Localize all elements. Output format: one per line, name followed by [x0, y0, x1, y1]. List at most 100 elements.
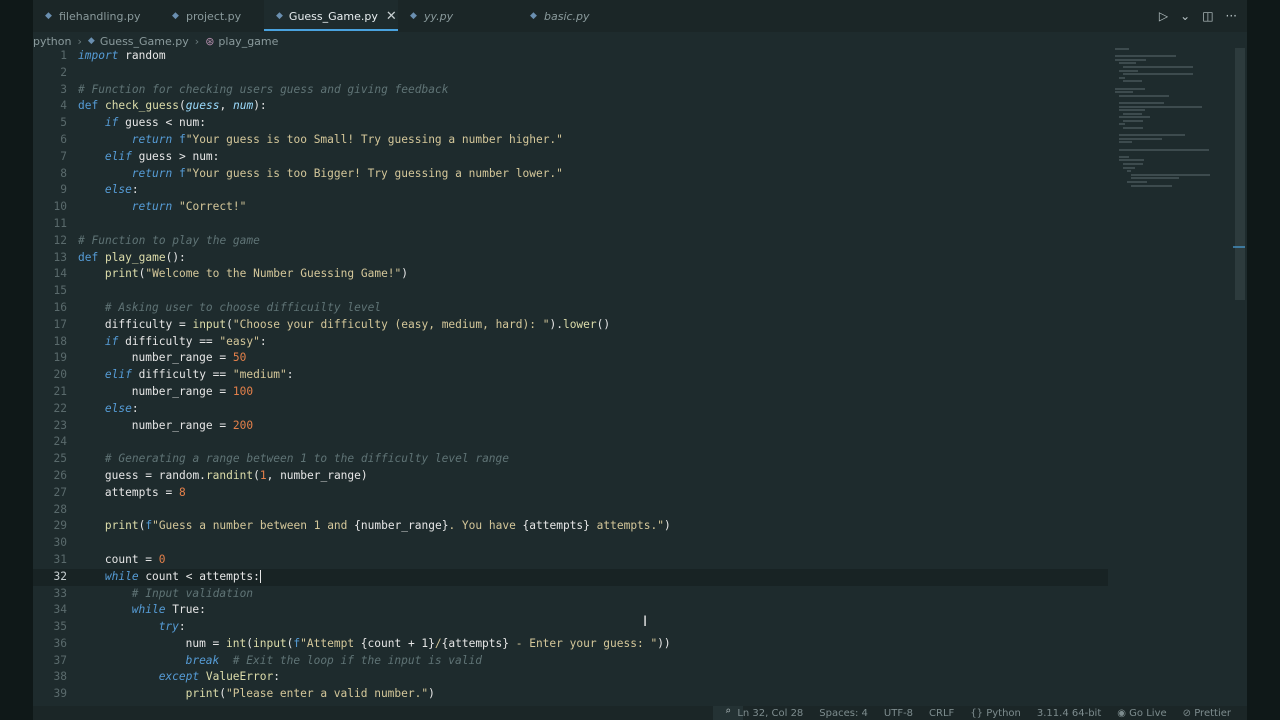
code-line[interactable]: 31 count = 0 [33, 552, 1108, 569]
code-line[interactable]: 7 elif guess > num: [33, 149, 1108, 166]
code-editor[interactable]: 1 import random 2 3 # Function for checking … [33, 48, 1108, 703]
tab-yy-py[interactable]: ◆ yy.py [398, 0, 518, 32]
tab-label: yy.py [424, 9, 454, 23]
code-line[interactable]: 19 number_range = 50 [33, 350, 1108, 367]
cursor-position[interactable]: Ln 32, Col 28 [737, 708, 803, 719]
end-of-line[interactable]: CRLF [929, 708, 954, 719]
chevron-down-icon[interactable]: ⌄ [1180, 9, 1190, 23]
code-token: ( [253, 468, 260, 482]
file-encoding[interactable]: UTF-8 [884, 708, 913, 719]
code-line[interactable]: 26 guess = random.randint(1, number_range… [33, 468, 1108, 485]
tab-filehandling-py[interactable]: ◆ filehandling.py [33, 0, 160, 32]
more-actions-icon[interactable]: ··· [1226, 9, 1237, 23]
breadcrumb-folder[interactable]: python [33, 35, 71, 48]
code-line[interactable]: 39 print("Please enter a valid number.") [33, 686, 1108, 703]
code-line[interactable]: 15 [33, 283, 1108, 300]
go-live-button[interactable]: ◉ Go Live [1117, 708, 1166, 719]
code-line[interactable]: 3 # Function for checking users guess and… [33, 82, 1108, 99]
code-token: # Input validation [131, 586, 254, 600]
code-line[interactable]: 5 if guess < num: [33, 115, 1108, 132]
run-python-file-icon[interactable]: ▷ [1159, 9, 1168, 23]
prettier-button[interactable]: ⊘ Prettier [1183, 708, 1231, 719]
code-line[interactable]: 6 return f"Your guess is too Small! Try g… [33, 132, 1108, 149]
code-line[interactable]: 20 elif difficulty == "medium": [33, 367, 1108, 384]
code-line[interactable]: 34 while True: [33, 602, 1108, 619]
tab-project-py[interactable]: ◆ project.py [160, 0, 264, 32]
code-line[interactable]: 12 # Function to play the game [33, 233, 1108, 250]
code-token: ( [246, 636, 253, 650]
code-line[interactable]: 35 try: [33, 619, 1108, 636]
code-line[interactable]: 36 num = int(input(f"Attempt {count + 1}/… [33, 636, 1108, 653]
code-line[interactable]: 16 # Asking user to choose difficuilty le… [33, 300, 1108, 317]
code-line[interactable]: 28 [33, 502, 1108, 519]
close-icon[interactable]: ✕ [386, 9, 397, 24]
python-file-icon: ◆ [410, 11, 417, 21]
line-number: 11 [53, 216, 67, 230]
minimap-line [1119, 76, 1125, 79]
line-number: 29 [53, 519, 67, 533]
code-line[interactable]: 21 number_range = 100 [33, 384, 1108, 401]
code-token: elif [104, 368, 132, 382]
code-token: # Exit the loop if the input is valid [232, 653, 482, 667]
code-token: ) [401, 267, 409, 281]
code-line[interactable]: 10 return "Correct!" [33, 199, 1108, 216]
minimap[interactable] [1115, 48, 1225, 188]
code-line[interactable]: 8 return f"Your guess is too Bigger! Try … [33, 166, 1108, 183]
code-line[interactable]: 27 attempts = 8 [33, 485, 1108, 502]
line-number: 3 [60, 82, 67, 96]
code-line[interactable]: 23 number_range = 200 [33, 418, 1108, 435]
code-line[interactable]: 14 print("Welcome to the Number Guessing … [33, 266, 1108, 283]
code-line[interactable]: 29 print(f"Guess a number between 1 and {… [33, 518, 1108, 535]
minimap-line [1115, 55, 1176, 58]
code-line[interactable]: 2 [33, 65, 1108, 82]
minimap-line [1119, 101, 1165, 104]
code-token: while [104, 569, 139, 583]
code-line[interactable]: 11 [33, 216, 1108, 233]
code-token: def [78, 250, 105, 264]
minimap-line [1131, 177, 1180, 180]
line-number: 36 [53, 636, 67, 650]
breadcrumb-file[interactable]: Guess_Game.py [100, 35, 189, 48]
code-line[interactable]: 17 difficulty = input("Choose your diffic… [33, 317, 1108, 334]
code-token: import [78, 49, 119, 62]
indentation[interactable]: Spaces: 4 [819, 708, 868, 719]
code-line[interactable]: 33 # Input validation [33, 586, 1108, 603]
go-live-label: Go Live [1129, 707, 1167, 719]
code-line[interactable]: 1 import random [33, 48, 1108, 65]
code-token: randint [205, 468, 254, 482]
split-editor-icon[interactable]: ◫ [1202, 9, 1213, 23]
code-line[interactable]: 22 else: [33, 401, 1108, 418]
minimap-line [1119, 134, 1185, 137]
code-line[interactable]: 4 def check_guess(guess, num): [33, 98, 1108, 115]
code-line[interactable]: 24 [33, 434, 1108, 451]
line-number: 19 [53, 351, 67, 365]
breadcrumb-symbol[interactable]: play_game [218, 35, 278, 48]
text-caret [259, 570, 261, 584]
tab-guess-game-py[interactable]: ◆ Guess_Game.py ✕ [264, 0, 398, 32]
code-line[interactable]: 25 # Generating a range between 1 to the … [33, 451, 1108, 468]
line-number: 12 [53, 233, 67, 247]
language-mode[interactable]: {} Python [970, 708, 1021, 719]
line-number: 33 [53, 586, 67, 600]
vertical-scrollbar[interactable] [1233, 48, 1245, 720]
code-token: 200 [232, 418, 254, 432]
code-line[interactable]: 32 while count < attempts: [33, 568, 1108, 586]
tab-basic-py[interactable]: ◆ basic.py [518, 0, 628, 32]
code-token: else [104, 401, 132, 415]
code-line[interactable]: 30 [33, 535, 1108, 552]
line-number: 9 [60, 183, 67, 197]
code-line[interactable]: 9 else: [33, 182, 1108, 199]
code-line[interactable]: 38 except ValueError: [33, 669, 1108, 686]
code-line[interactable]: 13 def play_game(): [33, 250, 1108, 267]
python-file-icon: ◆ [87, 36, 95, 46]
editor-area: ◆ filehandling.py ◆ project.py ◆ Guess_Game.p… [33, 0, 1247, 720]
python-interpreter[interactable]: 3.11.4 64-bit [1037, 708, 1101, 719]
code-token: attempts = [104, 485, 179, 499]
code-token: count = [104, 552, 159, 566]
code-line[interactable]: 37 break # Exit the loop if the input is … [33, 653, 1108, 670]
line-number: 25 [53, 452, 67, 466]
scrollbar-thumb[interactable] [1235, 48, 1245, 300]
code-token: "Welcome to the Number Guessing Game!" [145, 267, 402, 281]
tab-bar: ◆ filehandling.py ◆ project.py ◆ Guess_Game.p… [33, 0, 1247, 32]
code-line[interactable]: 18 if difficulty == "easy": [33, 334, 1108, 351]
